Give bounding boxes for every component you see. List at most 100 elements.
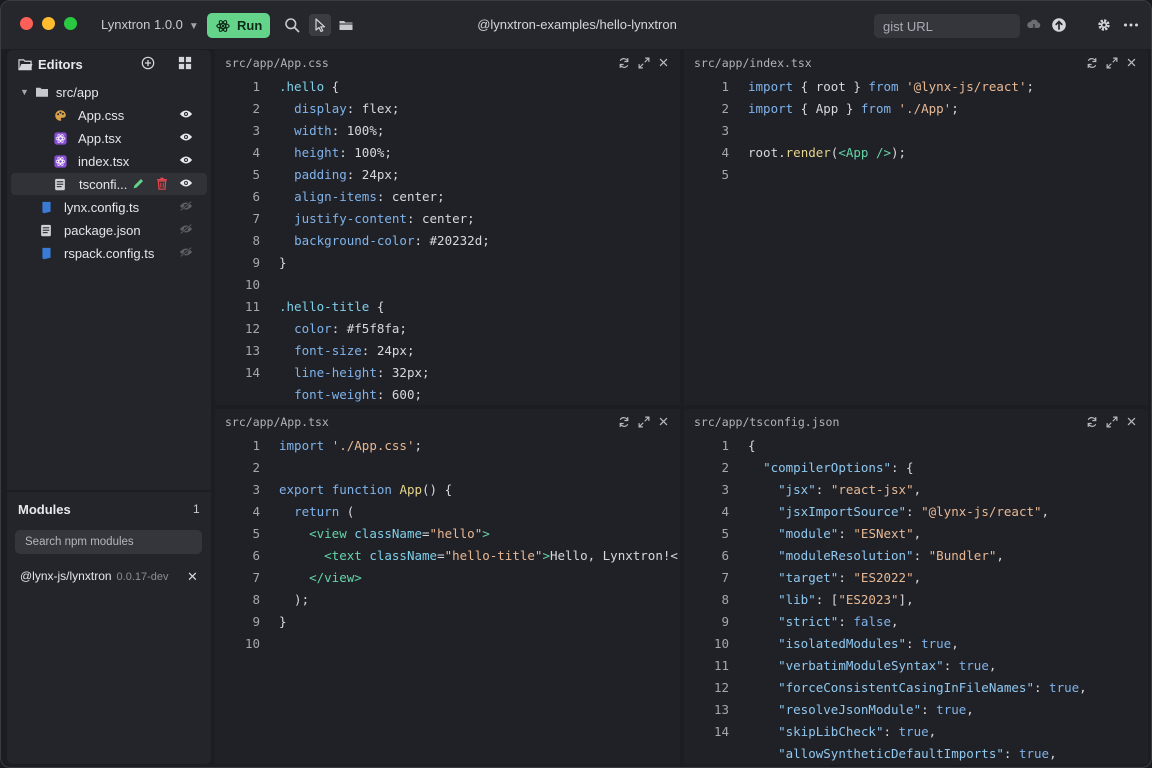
code-line: "skipLibCheck": true, (778, 724, 937, 739)
code-area[interactable]: 1 import './App.css'; 2 3 export function … (215, 435, 680, 655)
add-file-icon[interactable] (141, 56, 155, 75)
eye-icon[interactable] (179, 177, 193, 192)
app-window: Lynxtron 1.0.0 ▼ Run @lynxtron-examples/h… (0, 0, 1152, 768)
json-file-icon (53, 177, 67, 191)
line-number: 5 (252, 526, 260, 541)
file-label: package.json (64, 222, 141, 238)
code-line: </view> (309, 570, 362, 585)
code-area[interactable]: 1 import { root } from '@lynx-js/react'; … (684, 76, 1148, 186)
code-line: font-size: 24px; (294, 343, 415, 358)
line-number: 1 (252, 438, 260, 453)
react-atom-icon (216, 19, 230, 32)
line-number: 1 (721, 79, 729, 94)
line-number: 6 (252, 548, 260, 563)
line-number: 7 (252, 570, 260, 585)
open-folder-icon[interactable] (337, 16, 355, 34)
expand-icon[interactable] (637, 415, 650, 428)
refresh-icon[interactable] (617, 56, 630, 69)
tree-file-lynx-config[interactable]: lynx.config.ts (11, 196, 207, 218)
chevron-down-icon: ▼ (188, 21, 199, 32)
run-label: Run (237, 18, 263, 33)
code-line: } (279, 614, 287, 629)
tree-folder-src-app[interactable]: ▼ src/app (11, 81, 207, 103)
line-number: 3 (721, 482, 729, 497)
close-icon[interactable] (1125, 56, 1138, 69)
line-number: 13 (244, 343, 260, 358)
version-selector[interactable]: Lynxtron 1.0.0 ▼ (101, 17, 199, 32)
minimize-window-button[interactable] (42, 17, 55, 30)
tree-file-rspack-config[interactable]: rspack.config.ts (11, 242, 207, 264)
tree-file-app-css[interactable]: App.css (11, 104, 207, 126)
file-label: tsconfi... (79, 176, 128, 192)
gist-url-input[interactable] (874, 14, 1020, 38)
eye-icon[interactable] (179, 131, 193, 146)
close-window-button[interactable] (20, 17, 33, 30)
expand-icon[interactable] (1105, 56, 1118, 69)
eye-off-icon[interactable] (179, 223, 193, 238)
npm-search-input[interactable] (15, 530, 202, 554)
line-number: 4 (721, 504, 729, 519)
code-line: display: flex; (294, 101, 400, 116)
code-line: "jsxImportSource": "@lynx-js/react", (778, 504, 1050, 519)
pane-actions (1085, 415, 1138, 428)
run-button[interactable]: Run (207, 13, 270, 38)
module-name: @lynx-js/lynxtron (20, 569, 112, 583)
zoom-window-button[interactable] (64, 17, 77, 30)
eye-icon[interactable] (179, 154, 193, 169)
expand-icon[interactable] (1105, 415, 1118, 428)
cloud-download-icon[interactable] (1025, 16, 1043, 34)
line-number: 9 (721, 614, 729, 629)
code-line: "resolveJsonModule": true, (778, 702, 974, 717)
line-number: 5 (252, 167, 260, 182)
code-line: "allowSyntheticDefaultImports": true, (778, 746, 1057, 761)
line-number: 12 (713, 680, 729, 695)
line-number: 6 (252, 189, 260, 204)
pane-actions (617, 415, 670, 428)
code-area[interactable]: 1 { 2 "compilerOptions": { 3 "jsx": "reac… (684, 435, 1148, 764)
search-icon[interactable] (283, 16, 301, 34)
code-line: "moduleResolution": "Bundler", (778, 548, 1004, 563)
line-number: 14 (713, 724, 729, 739)
remove-module-icon[interactable]: ✕ (187, 569, 198, 585)
eye-off-icon[interactable] (179, 200, 193, 215)
tree-file-app-tsx[interactable]: App.tsx (11, 127, 207, 149)
code-line: root.render(<App />); (748, 145, 907, 160)
tree-file-package-json[interactable]: package.json (11, 219, 207, 241)
palette-icon (53, 108, 67, 122)
folder-label: src/app (55, 84, 99, 100)
line-number: 8 (252, 233, 260, 248)
tree-file-index-tsx[interactable]: index.tsx (11, 150, 207, 172)
refresh-icon[interactable] (1085, 56, 1098, 69)
close-icon[interactable] (657, 56, 670, 69)
expand-icon[interactable] (637, 56, 650, 69)
refresh-icon[interactable] (617, 415, 630, 428)
pointer-select-icon[interactable] (309, 14, 331, 36)
code-line: "jsx": "react-jsx", (778, 482, 922, 497)
line-number: 7 (252, 211, 260, 226)
close-icon[interactable] (657, 415, 670, 428)
line-number: 8 (721, 592, 729, 607)
pencil-icon[interactable] (132, 177, 145, 193)
layout-grid-icon[interactable] (178, 56, 192, 75)
eye-icon[interactable] (179, 108, 193, 123)
trash-icon[interactable] (156, 177, 168, 193)
refresh-icon[interactable] (1085, 415, 1098, 428)
line-number: 2 (721, 101, 729, 116)
eye-off-icon[interactable] (179, 246, 193, 261)
code-line: export function App() { (279, 482, 453, 497)
editors-header: Editors (7, 50, 211, 78)
more-options-icon[interactable] (1122, 16, 1140, 34)
line-number: 12 (244, 321, 260, 336)
line-number: 2 (252, 101, 260, 116)
code-line: "compilerOptions": { (763, 460, 914, 475)
upload-icon[interactable] (1050, 16, 1068, 34)
line-number: 5 (721, 526, 729, 541)
code-line: "verbatimModuleSyntax": true, (778, 658, 997, 673)
code-area[interactable]: 1 .hello { 2 display: flex; 3 width: 100%… (215, 76, 680, 405)
gear-icon[interactable] (1095, 16, 1113, 34)
close-icon[interactable] (1125, 415, 1138, 428)
tree-file-tsconfig[interactable]: tsconfi... (11, 173, 207, 195)
ts-file-icon (39, 246, 53, 260)
editor-pane-app-css: src/app/App.css 1 .hello { 2 display: fle… (215, 50, 680, 405)
modules-label: Modules (18, 502, 71, 517)
